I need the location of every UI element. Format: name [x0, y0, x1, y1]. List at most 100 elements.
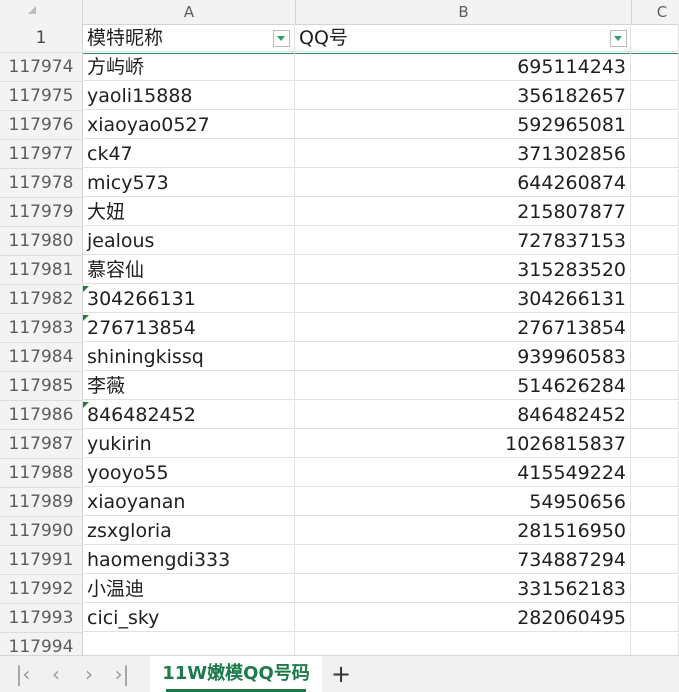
- nickname-cell[interactable]: 304266131: [82, 285, 295, 313]
- qq-cell[interactable]: 276713854: [295, 314, 631, 342]
- row-header[interactable]: 117994: [0, 633, 83, 655]
- grid-cell[interactable]: [631, 604, 679, 632]
- row-header[interactable]: 117974: [0, 53, 83, 82]
- nickname-cell[interactable]: 小温迪: [82, 575, 295, 603]
- nickname-cell[interactable]: zsxgloria: [82, 517, 295, 545]
- row-header[interactable]: 117989: [0, 488, 83, 517]
- grid-cell[interactable]: [631, 24, 679, 52]
- sheet-tab-active[interactable]: 11W嫩模QQ号码: [150, 656, 322, 692]
- qq-cell[interactable]: 727837153: [295, 227, 631, 255]
- column-header-b[interactable]: B: [296, 0, 632, 24]
- grid-cell[interactable]: [631, 546, 679, 574]
- select-all-corner[interactable]: [0, 0, 83, 24]
- row-header[interactable]: 117993: [0, 604, 83, 633]
- nickname-cell[interactable]: micy573: [82, 169, 295, 197]
- grid-cell[interactable]: [631, 343, 679, 371]
- row-header[interactable]: 117981: [0, 256, 83, 285]
- row-header[interactable]: 117985: [0, 372, 83, 401]
- qq-cell[interactable]: 592965081: [295, 111, 631, 139]
- qq-cell[interactable]: 356182657: [295, 82, 631, 110]
- row-header[interactable]: 117975: [0, 82, 83, 111]
- nickname-cell[interactable]: 276713854: [82, 314, 295, 342]
- grid-cell[interactable]: [631, 169, 679, 197]
- qq-cell[interactable]: [295, 633, 631, 655]
- nickname-cell[interactable]: [82, 633, 295, 655]
- add-sheet-icon[interactable]: +: [328, 662, 354, 686]
- qq-cell[interactable]: 331562183: [295, 575, 631, 603]
- grid-cell[interactable]: [631, 314, 679, 342]
- grid-cell[interactable]: [631, 256, 679, 284]
- row-header[interactable]: 117986: [0, 401, 83, 430]
- nickname-cell[interactable]: ck47: [82, 140, 295, 168]
- row-header[interactable]: 117982: [0, 285, 83, 314]
- nickname-cell[interactable]: 846482452: [82, 401, 295, 429]
- grid-cell[interactable]: [631, 488, 679, 516]
- nickname-cell[interactable]: yaoli15888: [82, 82, 295, 110]
- grid-cell[interactable]: [631, 285, 679, 313]
- qq-cell[interactable]: 215807877: [295, 198, 631, 226]
- nickname-cell[interactable]: 慕容仙: [82, 256, 295, 284]
- grid-cell[interactable]: [631, 198, 679, 226]
- nickname-cell[interactable]: yooyo55: [82, 459, 295, 487]
- row-header[interactable]: 117984: [0, 343, 83, 372]
- grid-cell[interactable]: [631, 372, 679, 400]
- next-sheet-icon[interactable]: ›: [76, 662, 102, 686]
- row-header[interactable]: 117988: [0, 459, 83, 488]
- qq-cell[interactable]: 846482452: [295, 401, 631, 429]
- nickname-cell[interactable]: xiaoyanan: [82, 488, 295, 516]
- nickname-cell[interactable]: 方屿峤: [82, 53, 295, 81]
- qq-cell[interactable]: 371302856: [295, 140, 631, 168]
- nickname-cell[interactable]: shiningkissq: [82, 343, 295, 371]
- qq-cell[interactable]: 281516950: [295, 517, 631, 545]
- nickname-cell[interactable]: yukirin: [82, 430, 295, 458]
- previous-sheet-icon[interactable]: ‹: [43, 662, 69, 686]
- qq-cell[interactable]: 415549224: [295, 459, 631, 487]
- qq-cell[interactable]: 315283520: [295, 256, 631, 284]
- nickname-cell[interactable]: cici_sky: [82, 604, 295, 632]
- column-header-c[interactable]: C: [632, 0, 679, 24]
- row-header[interactable]: 117983: [0, 314, 83, 343]
- row-header[interactable]: 117987: [0, 430, 83, 459]
- row-header[interactable]: 117978: [0, 169, 83, 198]
- row-header[interactable]: 117979: [0, 198, 83, 227]
- grid-cell[interactable]: [631, 227, 679, 255]
- column-header-a[interactable]: A: [83, 0, 296, 24]
- qq-cell[interactable]: 644260874: [295, 169, 631, 197]
- grid-cell[interactable]: [631, 633, 679, 655]
- grid-cell[interactable]: [631, 459, 679, 487]
- grid-cell[interactable]: [631, 430, 679, 458]
- grid-cell[interactable]: [631, 82, 679, 110]
- grid-cell[interactable]: [631, 53, 679, 81]
- row-header[interactable]: 117991: [0, 546, 83, 575]
- row-header[interactable]: 117976: [0, 111, 83, 140]
- grid-cell[interactable]: [631, 401, 679, 429]
- first-sheet-icon[interactable]: |‹: [10, 662, 36, 686]
- qq-cell[interactable]: 734887294: [295, 546, 631, 574]
- qq-cell[interactable]: 514626284: [295, 372, 631, 400]
- nickname-cell[interactable]: 李薇: [82, 372, 295, 400]
- row-header[interactable]: 117980: [0, 227, 83, 256]
- row-header[interactable]: 117990: [0, 517, 83, 546]
- nickname-cell[interactable]: 大妞: [82, 198, 295, 226]
- header-cell-nickname[interactable]: 模特昵称: [82, 24, 295, 52]
- qq-cell[interactable]: 54950656: [295, 488, 631, 516]
- grid-cell[interactable]: [631, 111, 679, 139]
- qq-cell[interactable]: 695114243: [295, 53, 631, 81]
- row-header[interactable]: 1: [0, 24, 83, 53]
- filter-dropdown-icon[interactable]: [610, 30, 627, 47]
- header-cell-qq[interactable]: QQ号: [295, 24, 631, 52]
- grid-cell[interactable]: [631, 140, 679, 168]
- last-sheet-icon[interactable]: ›|: [109, 662, 135, 686]
- grid-cell[interactable]: [631, 575, 679, 603]
- filter-dropdown-icon[interactable]: [273, 30, 290, 47]
- row-header[interactable]: 117992: [0, 575, 83, 604]
- qq-cell[interactable]: 282060495: [295, 604, 631, 632]
- nickname-cell[interactable]: jealous: [82, 227, 295, 255]
- qq-cell[interactable]: 304266131: [295, 285, 631, 313]
- grid-cell[interactable]: [631, 517, 679, 545]
- row-header[interactable]: 117977: [0, 140, 83, 169]
- nickname-cell[interactable]: haomengdi333: [82, 546, 295, 574]
- nickname-cell[interactable]: xiaoyao0527: [82, 111, 295, 139]
- qq-cell[interactable]: 939960583: [295, 343, 631, 371]
- qq-cell[interactable]: 1026815837: [295, 430, 631, 458]
